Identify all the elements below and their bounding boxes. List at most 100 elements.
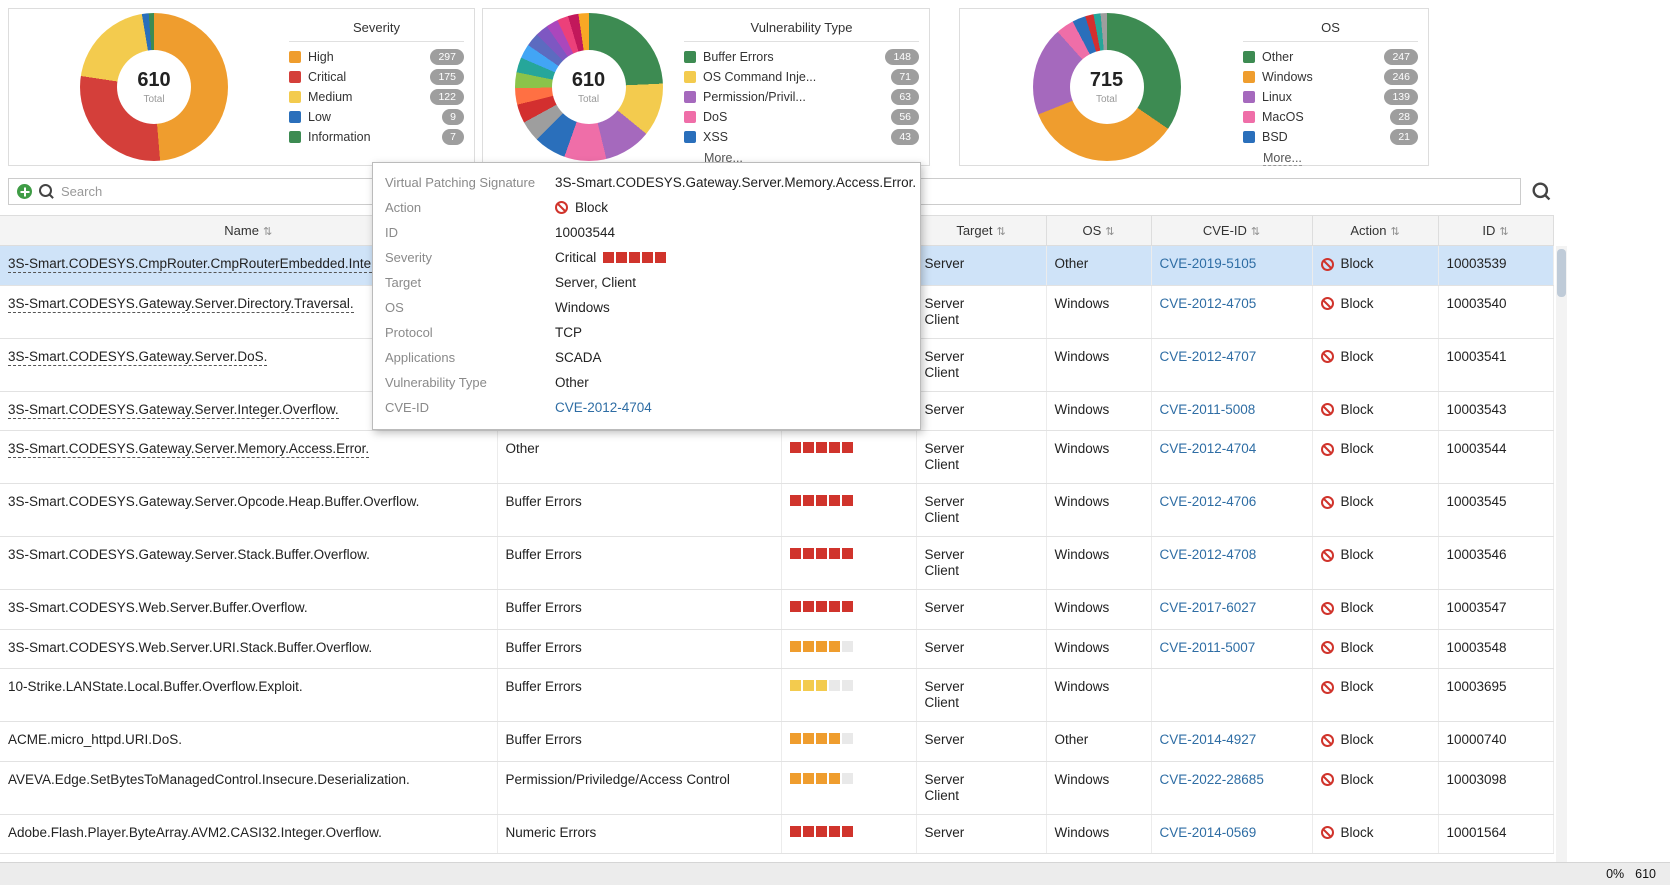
cve-link[interactable]: CVE-2011-5007	[1160, 640, 1256, 655]
cell-cve-id: CVE-2011-5008	[1151, 391, 1312, 431]
column-header-action[interactable]: Action⇅	[1312, 216, 1438, 246]
signature-name-link[interactable]: ACME.micro_httpd.URI.DoS.	[8, 732, 182, 747]
action-value: Block	[1321, 600, 1374, 616]
legend-title: Severity	[289, 17, 464, 42]
block-icon	[555, 201, 568, 214]
cve-link[interactable]: CVE-2011-5008	[1160, 402, 1256, 417]
signature-name-link[interactable]: AVEVA.Edge.SetBytesToManagedControl.Inse…	[8, 772, 410, 787]
action-label: Block	[1341, 679, 1374, 695]
donut-total-label: Total	[1096, 94, 1117, 105]
cell-name: 3S-Smart.CODESYS.Web.Server.URI.Stack.Bu…	[0, 629, 497, 669]
cell-id: 10003098	[1438, 761, 1553, 814]
signature-name-link[interactable]: 3S-Smart.CODESYS.Gateway.Server.Director…	[8, 296, 354, 313]
severity-donut-chart[interactable]: 610 Total	[80, 13, 228, 161]
vertical-scrollbar[interactable]	[1556, 246, 1567, 862]
signature-name-link[interactable]: 3S-Smart.CODESYS.Gateway.Server.Memory.A…	[8, 441, 369, 458]
legend-item[interactable]: DoS56	[684, 109, 919, 125]
cve-link[interactable]: CVE-2019-5105	[1160, 256, 1257, 271]
tooltip-field-value: Block	[555, 200, 608, 215]
legend-label: BSD	[1262, 130, 1384, 144]
legend-more-link[interactable]: More...	[1263, 151, 1302, 166]
legend-item[interactable]: XSS43	[684, 129, 919, 145]
os-donut-chart[interactable]: 715 Total	[1033, 13, 1181, 161]
cve-link[interactable]: CVE-2012-4708	[1160, 547, 1257, 562]
signature-name-link[interactable]: 3S-Smart.CODESYS.Web.Server.Buffer.Overf…	[8, 600, 308, 615]
cve-link[interactable]: CVE-2012-4704	[555, 400, 652, 415]
table-row[interactable]: 3S-Smart.CODESYS.Web.Server.URI.Stack.Bu…	[0, 629, 1553, 669]
action-label: Block	[1341, 640, 1374, 656]
legend-item[interactable]: Medium122	[289, 89, 464, 105]
severity-square	[829, 826, 840, 837]
table-row[interactable]: ACME.micro_httpd.URI.DoS.Buffer ErrorsSe…	[0, 722, 1553, 762]
cve-link[interactable]: CVE-2014-0569	[1160, 825, 1257, 840]
legend-swatch	[1243, 51, 1255, 63]
action-value: Block	[1321, 640, 1374, 656]
severity-bar	[790, 641, 853, 652]
vulnerability-legend: Vulnerability Type Buffer Errors148OS Co…	[684, 15, 919, 159]
legend-item[interactable]: Other247	[1243, 49, 1418, 65]
cell-cve-id: CVE-2019-5105	[1151, 246, 1312, 286]
cve-link[interactable]: CVE-2012-4704	[1160, 441, 1257, 456]
table-row[interactable]: 3S-Smart.CODESYS.Gateway.Server.Opcode.H…	[0, 484, 1553, 537]
severity-square	[842, 601, 853, 612]
cell-id: 10003540	[1438, 285, 1553, 338]
cell-id: 10003543	[1438, 391, 1553, 431]
column-header-id[interactable]: ID⇅	[1438, 216, 1553, 246]
table-row[interactable]: 3S-Smart.CODESYS.Gateway.Server.Memory.A…	[0, 431, 1553, 484]
column-header-os[interactable]: OS⇅	[1046, 216, 1151, 246]
signature-name-link[interactable]: 3S-Smart.CODESYS.CmpRouter.CmpRouterEmbe…	[8, 256, 382, 273]
legend-swatch	[1243, 111, 1255, 123]
severity-square	[816, 495, 827, 506]
cve-link[interactable]: CVE-2012-4706	[1160, 494, 1257, 509]
signature-name-link[interactable]: 3S-Smart.CODESYS.Gateway.Server.Integer.…	[8, 402, 339, 419]
signature-name-link[interactable]: Adobe.Flash.Player.ByteArray.AVM2.CASI32…	[8, 825, 382, 840]
action-label: Block	[575, 200, 608, 215]
sort-icon: ⇅	[1251, 226, 1260, 238]
legend-item[interactable]: Linux139	[1243, 89, 1418, 105]
cve-link[interactable]: CVE-2014-4927	[1160, 732, 1257, 747]
table-row[interactable]: Adobe.Flash.Player.ByteArray.AVM2.CASI32…	[0, 814, 1553, 854]
legend-label: Information	[308, 130, 436, 144]
legend-item[interactable]: Windows246	[1243, 69, 1418, 85]
legend-swatch	[1243, 91, 1255, 103]
severity-square	[816, 641, 827, 652]
table-row[interactable]: 3S-Smart.CODESYS.Gateway.Server.Stack.Bu…	[0, 537, 1553, 590]
severity-square	[816, 733, 827, 744]
legend-count-badge: 9	[442, 109, 464, 125]
legend-item[interactable]: BSD21	[1243, 129, 1418, 145]
cve-link[interactable]: CVE-2012-4705	[1160, 296, 1257, 311]
legend-label: Low	[308, 110, 436, 124]
signature-name-link[interactable]: 3S-Smart.CODESYS.Gateway.Server.Stack.Bu…	[8, 547, 370, 562]
legend-item[interactable]: Buffer Errors148	[684, 49, 919, 65]
table-row[interactable]: 3S-Smart.CODESYS.Web.Server.Buffer.Overf…	[0, 590, 1553, 630]
cve-link[interactable]: CVE-2017-6027	[1160, 600, 1257, 615]
add-filter-icon[interactable]	[17, 184, 32, 199]
action-label: Block	[1341, 349, 1374, 365]
target-line: Server	[925, 825, 1038, 841]
table-row[interactable]: AVEVA.Edge.SetBytesToManagedControl.Inse…	[0, 761, 1553, 814]
block-icon	[1321, 403, 1334, 416]
legend-item[interactable]: Permission/Privil...63	[684, 89, 919, 105]
cve-link[interactable]: CVE-2012-4707	[1160, 349, 1257, 364]
cell-target: Server	[916, 590, 1046, 630]
legend-item[interactable]: Low 9	[289, 109, 464, 125]
signature-name-link[interactable]: 10-Strike.LANState.Local.Buffer.Overflow…	[8, 679, 303, 694]
signature-name-link[interactable]: 3S-Smart.CODESYS.Gateway.Server.Opcode.H…	[8, 494, 419, 509]
severity-square	[629, 252, 640, 263]
tooltip-field: SeverityCritical	[385, 245, 908, 270]
legend-item[interactable]: High297	[289, 49, 464, 65]
legend-item[interactable]: OS Command Inje...71	[684, 69, 919, 85]
legend-item[interactable]: MacOS28	[1243, 109, 1418, 125]
cve-link[interactable]: CVE-2022-28685	[1160, 772, 1264, 787]
signature-name-link[interactable]: 3S-Smart.CODESYS.Gateway.Server.DoS.	[8, 349, 267, 366]
search-button[interactable]	[1523, 178, 1559, 205]
vulnerability-donut-chart[interactable]: 610 Total	[515, 13, 663, 161]
legend-item[interactable]: Information7	[289, 129, 464, 145]
table-row[interactable]: 10-Strike.LANState.Local.Buffer.Overflow…	[0, 669, 1553, 722]
signature-name-link[interactable]: 3S-Smart.CODESYS.Web.Server.URI.Stack.Bu…	[8, 640, 372, 655]
column-header-cve-id[interactable]: CVE-ID⇅	[1151, 216, 1312, 246]
scrollbar-thumb[interactable]	[1557, 249, 1566, 297]
cell-os: Other	[1046, 246, 1151, 286]
legend-item[interactable]: Critical175	[289, 69, 464, 85]
column-header-target[interactable]: Target⇅	[916, 216, 1046, 246]
